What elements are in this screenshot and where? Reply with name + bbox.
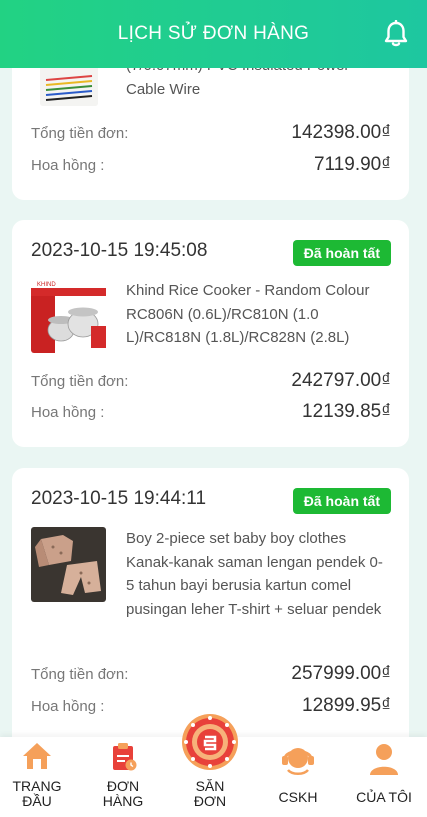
product-name: Boy 2-piece set baby boy clothes Kanak-k… (126, 530, 383, 618)
total-value: 142398.00₫ (291, 122, 391, 143)
nav-orders-label-2: HÀNG (102, 793, 144, 809)
app-header: LỊCH SỬ ĐƠN HÀNG (0, 0, 427, 68)
home-icon (23, 743, 51, 769)
order-card[interactable]: 2023-10-15 19:44:11 Đã hoàn tất Boy 2-pi… (12, 468, 409, 737)
commission-value: 12899.95₫ (302, 695, 391, 716)
status-badge: Đã hoàn tất (292, 240, 391, 266)
nav-grab-label-2: ĐƠN (193, 793, 227, 809)
product-thumbnail (31, 527, 106, 602)
status-badge: Đã hoàn tất (292, 488, 391, 514)
order-date: 2023-10-15 19:45:08 (31, 240, 208, 261)
total-label: Tổng tiền đơn: (31, 373, 129, 390)
nav-orders[interactable]: ĐƠN HÀNG (80, 737, 166, 817)
nav-support-label: CSKH (278, 789, 318, 805)
nav-home[interactable]: TRANG ĐẦU (0, 737, 86, 817)
bell-icon[interactable] (383, 19, 409, 48)
product-name: Khind Rice Cooker - Random Colour RC806N… (126, 282, 370, 346)
nav-support[interactable]: CSKH (255, 737, 341, 817)
clipboard-icon (113, 743, 137, 771)
product-thumbnail: KHIND (31, 278, 106, 353)
commission-label: Hoa hồng : (31, 157, 105, 174)
commission-label: Hoa hồng : (31, 698, 105, 715)
total-label: Tổng tiền đơn: (31, 125, 129, 142)
total-value: 257999.00₫ (291, 663, 391, 684)
nav-me-label: CỦA TÔI (356, 789, 412, 805)
order-date: 2023-10-15 19:44:11 (31, 488, 207, 509)
roulette-icon (182, 714, 238, 770)
grab-order-button[interactable] (181, 713, 239, 771)
headset-icon (282, 748, 314, 775)
nav-grab-label-1: SĂN (195, 778, 225, 794)
commission-label: Hoa hồng : (31, 404, 105, 421)
thumb-brand: KHIND (37, 282, 56, 288)
page-title: LỊCH SỬ ĐƠN HÀNG (117, 23, 310, 44)
total-label: Tổng tiền đơn: (31, 666, 129, 683)
nav-home-label-2: ĐẦU (22, 793, 52, 809)
order-list: (7/0.07mm) PVC Insulated Power Cable Wir… (0, 0, 427, 737)
order-card[interactable]: 2023-10-15 19:45:08 Đã hoàn tất KHIND Kh… (12, 220, 409, 447)
nav-me[interactable]: CỦA TÔI (341, 737, 427, 817)
nav-orders-label-1: ĐƠN (106, 778, 140, 794)
nav-home-label-1: TRANG (12, 778, 62, 794)
commission-value: 12139.85₫ (302, 401, 391, 422)
total-value: 242797.00₫ (291, 370, 391, 391)
commission-value: 7119.90₫ (313, 154, 391, 175)
user-icon (370, 744, 398, 775)
